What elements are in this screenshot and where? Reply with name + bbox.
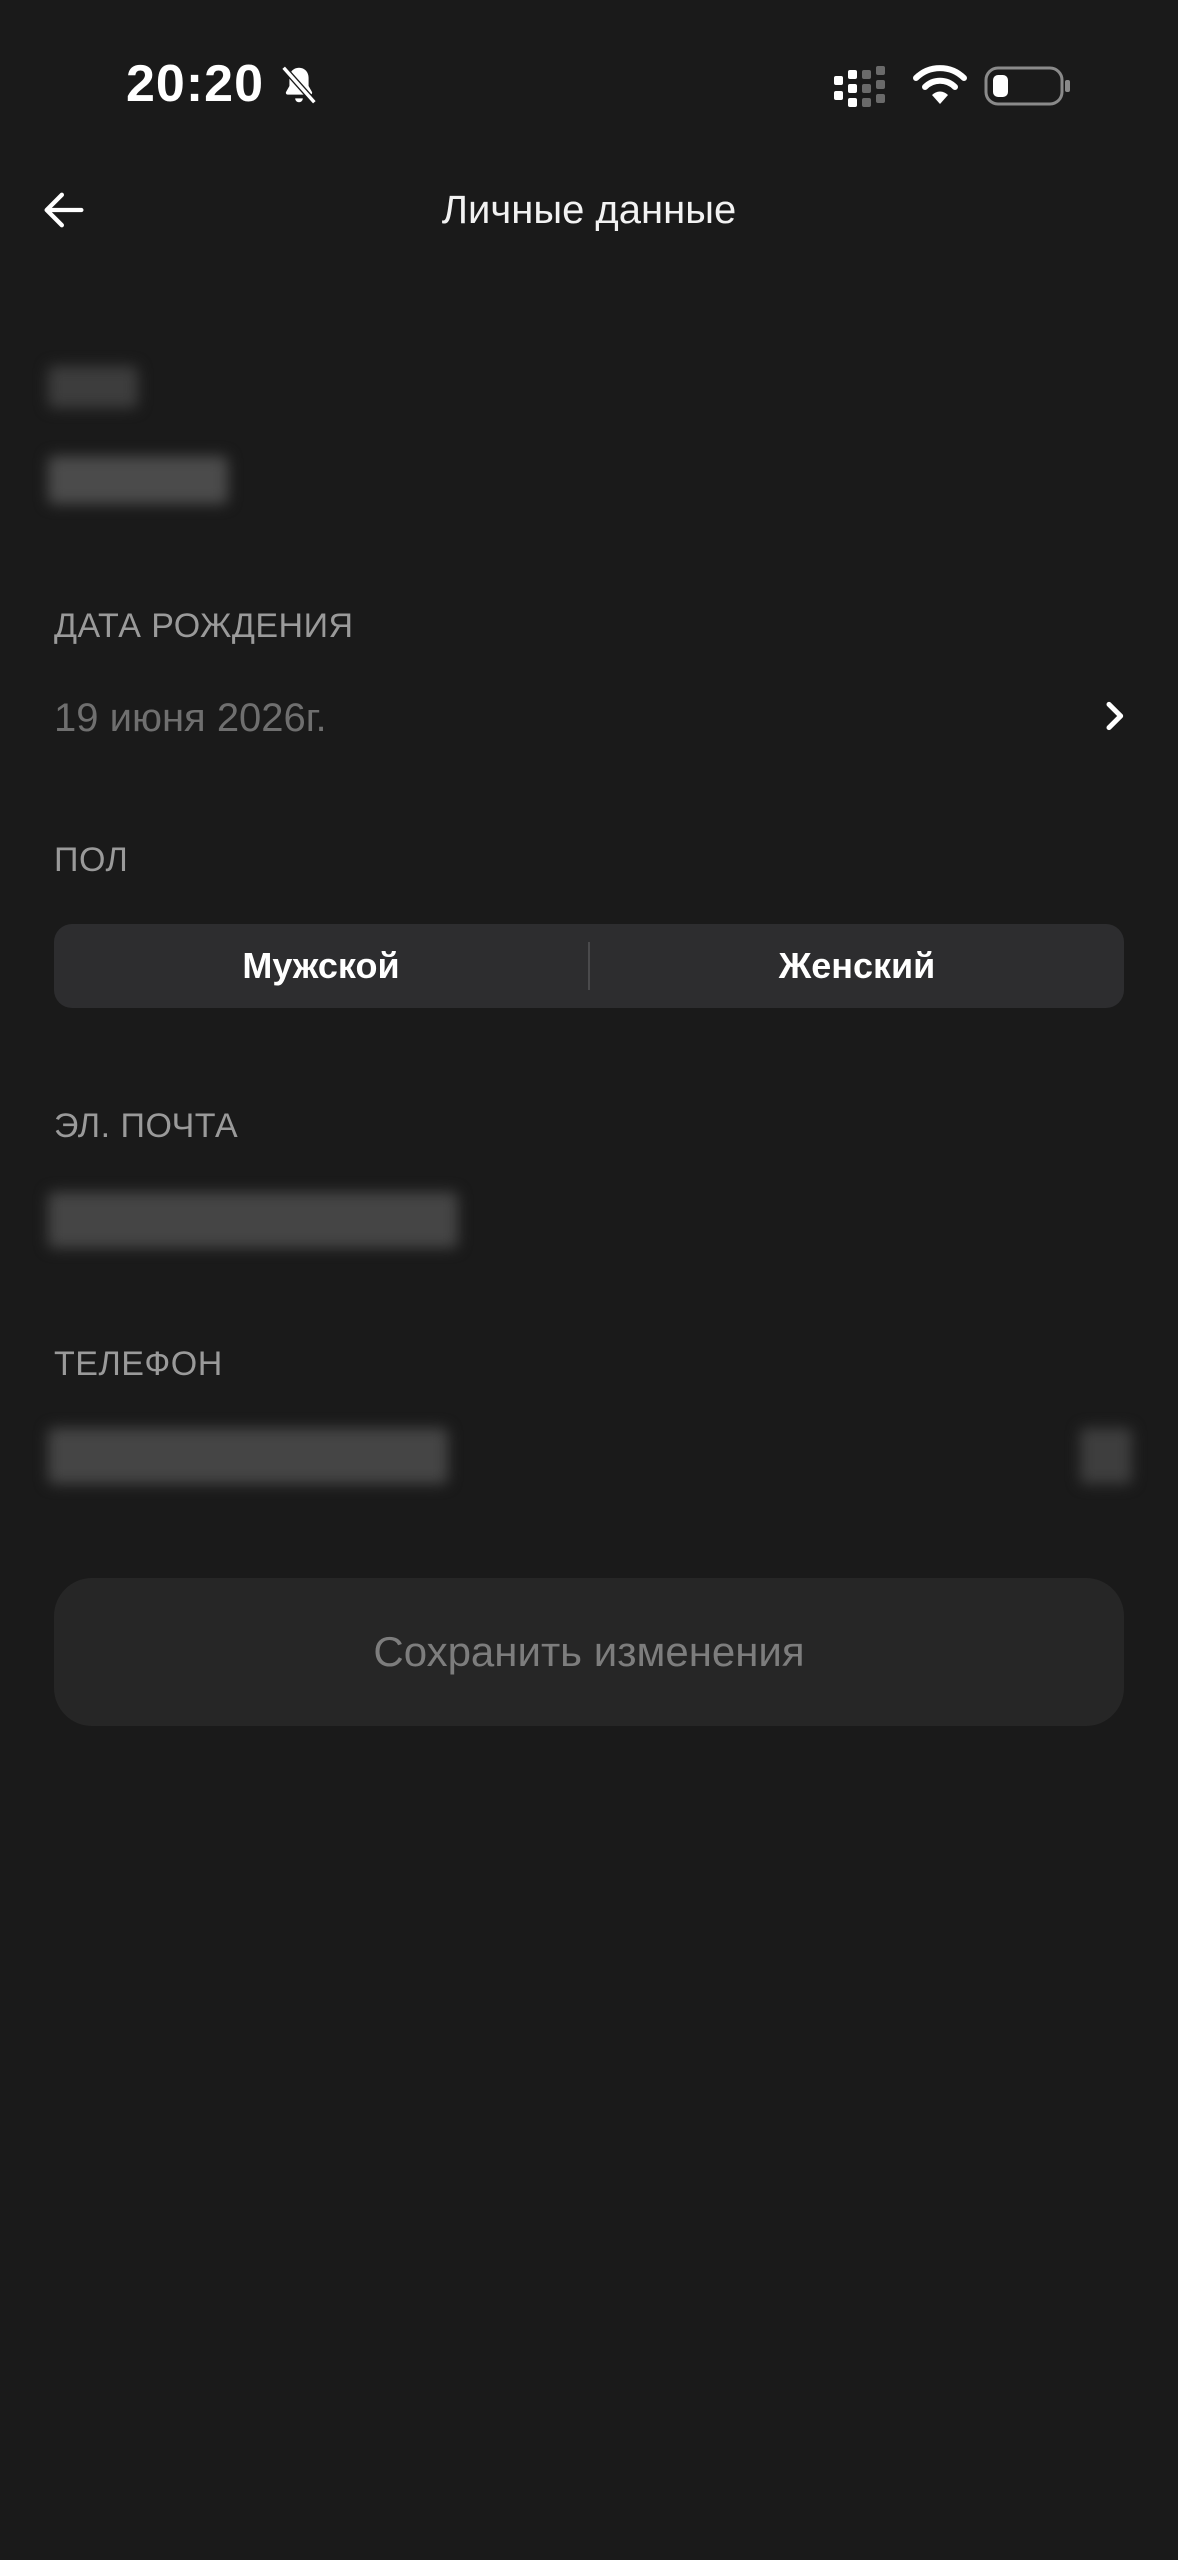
save-button[interactable]: Сохранить изменения bbox=[54, 1578, 1124, 1726]
email-label: ЭЛ. ПОЧТА bbox=[54, 1107, 239, 1145]
phone-label: ТЕЛЕФОН bbox=[54, 1345, 223, 1383]
wifi-icon bbox=[913, 65, 967, 104]
last-name-field[interactable] bbox=[48, 456, 228, 504]
header: Личные данные bbox=[0, 160, 1178, 260]
status-time: 20:20 bbox=[126, 55, 264, 113]
birthdate-value: 19 июня 2026г. bbox=[54, 696, 327, 740]
status-bar: 20:20 bbox=[0, 0, 1178, 170]
email-field[interactable] bbox=[48, 1192, 458, 1248]
gender-segmented-control: Мужской Женский bbox=[54, 924, 1124, 1008]
birthdate-picker[interactable]: 19 июня 2026г. bbox=[48, 680, 1134, 752]
chevron-right-icon bbox=[1106, 701, 1124, 731]
signal-icon bbox=[834, 66, 885, 107]
first-name-field[interactable] bbox=[48, 366, 138, 408]
phone-field[interactable] bbox=[48, 1428, 448, 1484]
battery-icon bbox=[984, 66, 1070, 106]
page-title: Личные данные bbox=[441, 188, 737, 232]
bell-off-icon bbox=[281, 65, 317, 105]
phone-action[interactable] bbox=[1080, 1428, 1132, 1484]
gender-option-male[interactable]: Мужской bbox=[54, 924, 588, 1008]
birthdate-label: ДАТА РОЖДЕНИЯ bbox=[54, 607, 354, 645]
gender-label: ПОЛ bbox=[54, 841, 129, 879]
gender-option-female[interactable]: Женский bbox=[590, 924, 1124, 1008]
